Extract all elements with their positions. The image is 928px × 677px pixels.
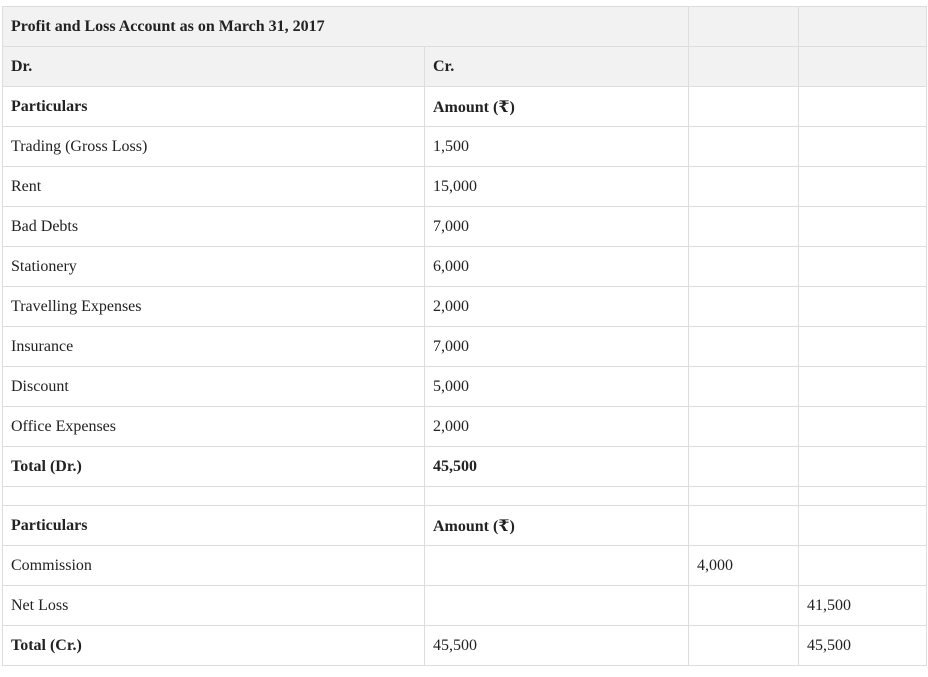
debit-total-label: Total (Dr.) [2,446,425,487]
table-row: Bad Debts 7,000 [2,206,927,247]
credit-total-amount-right: 45,500 [798,625,927,666]
amount-cell: 41,500 [798,585,927,626]
credit-column-header-row: Particulars Amount (₹) [2,505,927,546]
table-row: Insurance 7,000 [2,326,927,367]
spacer-row [2,486,927,506]
amount-cell: 2,000 [424,286,689,327]
particular-cell: Insurance [2,326,425,367]
amount-cell: 4,000 [688,545,799,586]
amount-cell: 5,000 [424,366,689,407]
table-row: Commission 4,000 [2,545,927,586]
particular-cell: Stationery [2,246,425,287]
dr-label: Dr. [2,46,425,87]
particular-cell: Discount [2,366,425,407]
amount-cell [798,545,927,586]
dr-cr-header-row: Dr. Cr. [2,46,927,87]
amount-cell: 2,000 [424,406,689,447]
amount-cell: 7,000 [424,326,689,367]
credit-total-amount: 45,500 [424,625,689,666]
amount-cell [424,545,689,586]
debit-amount-header: Amount (₹) [424,86,689,127]
particular-cell: Rent [2,166,425,207]
debit-total-amount: 45,500 [424,446,689,487]
amount-cell: 7,000 [424,206,689,247]
credit-total-label: Total (Cr.) [2,625,425,666]
debit-column-header-row: Particulars Amount (₹) [2,86,927,127]
table-row: Trading (Gross Loss) 1,500 [2,126,927,167]
amount-cell [688,585,799,626]
table-row: Discount 5,000 [2,366,927,407]
credit-amount-header: Amount (₹) [424,505,689,546]
profit-loss-table: Profit and Loss Account as on March 31, … [2,6,927,666]
particular-cell: Net Loss [2,585,425,626]
table-row: Office Expenses 2,000 [2,406,927,447]
cr-label: Cr. [424,46,689,87]
amount-cell: 15,000 [424,166,689,207]
table-row: Net Loss 41,500 [2,585,927,626]
credit-total-row: Total (Cr.) 45,500 45,500 [2,625,927,666]
table-row: Stationery 6,000 [2,246,927,287]
particular-cell: Trading (Gross Loss) [2,126,425,167]
particular-cell: Bad Debts [2,206,425,247]
table-title-row: Profit and Loss Account as on March 31, … [2,6,927,47]
particular-cell: Commission [2,545,425,586]
amount-cell: 6,000 [424,246,689,287]
credit-particulars-header: Particulars [2,505,425,546]
amount-cell: 1,500 [424,126,689,167]
debit-total-row: Total (Dr.) 45,500 [2,446,927,487]
table-title: Profit and Loss Account as on March 31, … [2,6,689,47]
table-row: Rent 15,000 [2,166,927,207]
table-row: Travelling Expenses 2,000 [2,286,927,327]
particular-cell: Office Expenses [2,406,425,447]
particular-cell: Travelling Expenses [2,286,425,327]
debit-particulars-header: Particulars [2,86,425,127]
amount-cell [424,585,689,626]
